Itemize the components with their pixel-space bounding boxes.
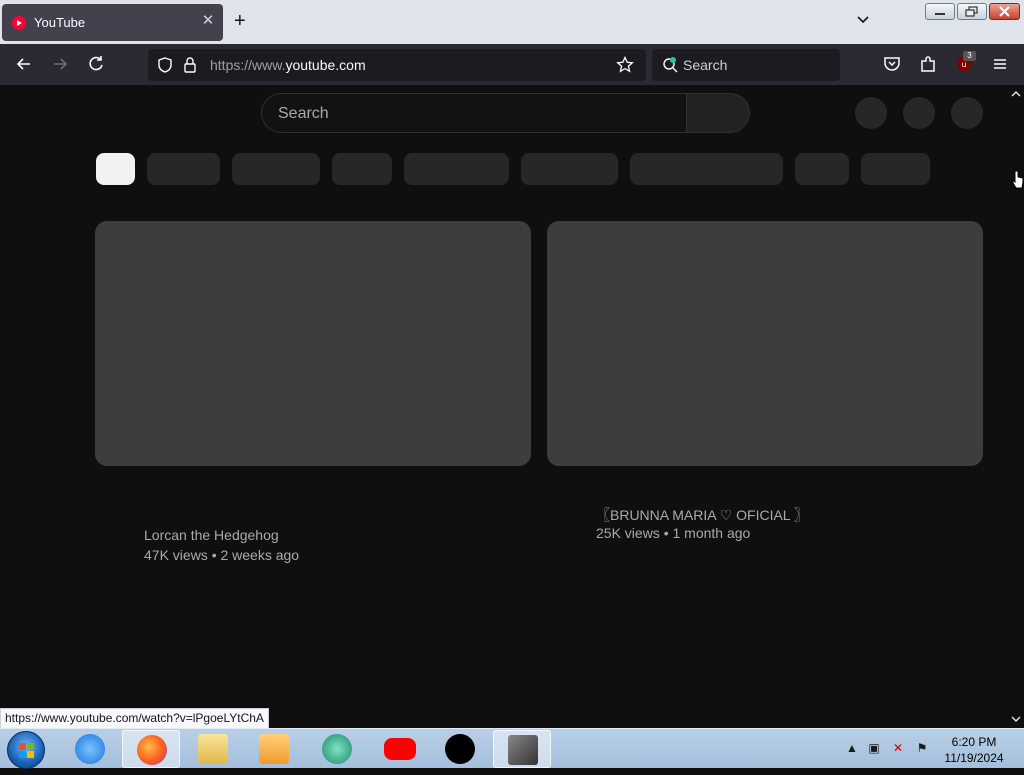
youtube-search-placeholder: Search (278, 105, 329, 122)
chip-placeholder[interactable] (232, 153, 320, 185)
browser-navigation-bar: https://www.youtube.com Search u 3 (0, 44, 1024, 85)
minimize-icon (935, 13, 945, 15)
taskbar-file-explorer[interactable] (184, 730, 242, 768)
shield-icon[interactable] (156, 56, 174, 74)
clock-date: 11/19/2024 (944, 751, 1004, 765)
arrow-right-icon[interactable] (50, 54, 70, 74)
header-placeholder-circle[interactable] (903, 97, 935, 129)
video-thumbnail-placeholder[interactable] (547, 221, 983, 466)
puzzle-icon[interactable] (918, 54, 938, 74)
chip-placeholder[interactable] (332, 153, 392, 185)
scroll-up-arrow-icon[interactable] (1011, 89, 1021, 99)
chip-placeholder[interactable] (521, 153, 618, 185)
url-prefix: https://www. (210, 57, 286, 73)
media-player-icon (259, 734, 289, 764)
app-circle-icon (322, 734, 352, 764)
windows-taskbar: ▲ ▣ ✕ ⚑ 6:20 PM 11/19/2024 (0, 728, 1024, 769)
taskbar-app[interactable] (308, 730, 366, 768)
network-icon[interactable]: ▣ (867, 741, 881, 755)
youtube-search-button[interactable] (686, 93, 750, 133)
arrow-left-icon[interactable] (14, 54, 34, 74)
browser-search-placeholder: Search (683, 57, 728, 73)
header-placeholder-circle[interactable] (951, 97, 983, 129)
action-center-flag-icon[interactable]: ⚑ (915, 741, 929, 755)
tiktok-icon (445, 734, 475, 764)
folder-icon (198, 734, 228, 764)
window-minimize-button[interactable] (925, 3, 955, 20)
star-icon[interactable] (616, 56, 634, 74)
window-close-button[interactable] (989, 3, 1020, 20)
pocket-icon[interactable] (882, 54, 902, 74)
start-button-windows-logo-icon[interactable] (7, 731, 45, 769)
url-domain: youtube.com (285, 57, 366, 73)
url-text[interactable]: https://www.youtube.com (210, 57, 366, 73)
restore-icon (965, 6, 978, 17)
list-all-tabs-chevron-icon[interactable] (855, 12, 871, 28)
window-restore-button[interactable] (957, 3, 987, 20)
chip-placeholder[interactable] (795, 153, 849, 185)
taskbar-internet-explorer[interactable] (61, 730, 119, 768)
clock-time: 6:20 PM (951, 735, 997, 749)
system-clock[interactable]: 6:20 PM 11/19/2024 (934, 734, 1014, 766)
video-channel-name[interactable]: Lorcan the Hedgehog (144, 527, 279, 543)
scroll-down-arrow-icon[interactable] (1011, 714, 1021, 724)
chip-placeholder-selected[interactable] (96, 153, 135, 185)
extension-badge-count: 3 (963, 51, 976, 61)
link-status-url: https://www.youtube.com/watch?v=lPgoeLYt… (0, 708, 269, 729)
internet-explorer-icon (75, 734, 105, 764)
taskbar-firefox[interactable] (122, 730, 180, 768)
browser-tab-strip: YouTube ✕ + (0, 0, 1024, 44)
taskbar-tiktok[interactable] (431, 730, 489, 768)
chip-placeholder[interactable] (404, 153, 509, 185)
chip-placeholder[interactable] (630, 153, 783, 185)
lock-icon[interactable] (182, 56, 198, 74)
chip-placeholder[interactable] (861, 153, 930, 185)
search-engine-icon (663, 57, 678, 73)
video-view-meta: 47K views • 2 weeks ago (144, 547, 300, 563)
video-view-meta: 25K views • 1 month ago (596, 525, 751, 541)
address-bar[interactable]: https://www.youtube.com (148, 49, 646, 81)
windows-logo-icon (19, 743, 34, 758)
taskbar-video-editor[interactable] (493, 730, 551, 768)
taskbar-youtube[interactable] (370, 730, 428, 768)
svg-text:u: u (961, 60, 966, 69)
taskbar-media-player[interactable] (245, 730, 303, 768)
video-channel-name[interactable]: 〖BRUNNA MARIA ♡ OFICIAL 〗 (596, 505, 808, 525)
show-hidden-icons-arrow-icon[interactable]: ▲ (845, 741, 859, 755)
youtube-icon (384, 738, 416, 760)
youtube-search-input[interactable]: Search (261, 93, 687, 133)
firefox-icon (137, 735, 167, 765)
video-thumbnail-placeholder[interactable] (95, 221, 531, 466)
close-icon (999, 6, 1010, 17)
new-tab-button[interactable]: + (234, 11, 246, 31)
volume-muted-icon[interactable]: ✕ (891, 741, 905, 755)
youtube-favicon-icon (12, 16, 26, 30)
mouse-pointer-hand-icon (1012, 170, 1024, 189)
close-tab-button[interactable]: ✕ (199, 12, 217, 30)
youtube-page: Search Lorcan the Hedgehog 47K views • 2… (0, 85, 1008, 728)
tab-title: YouTube (34, 15, 86, 30)
hamburger-icon[interactable] (990, 54, 1010, 74)
film-strip-icon (508, 735, 538, 765)
browser-search-bar[interactable]: Search (652, 49, 840, 81)
chip-placeholder[interactable] (147, 153, 220, 185)
header-placeholder-circle[interactable] (855, 97, 887, 129)
tab-youtube[interactable]: YouTube ✕ (2, 4, 223, 41)
reload-icon[interactable] (86, 54, 106, 74)
